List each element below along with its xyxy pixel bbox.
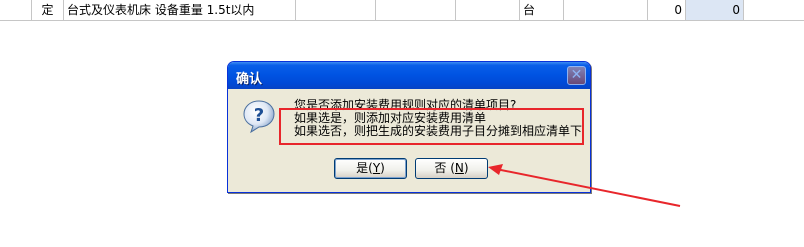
annotation-arrow bbox=[488, 164, 681, 207]
